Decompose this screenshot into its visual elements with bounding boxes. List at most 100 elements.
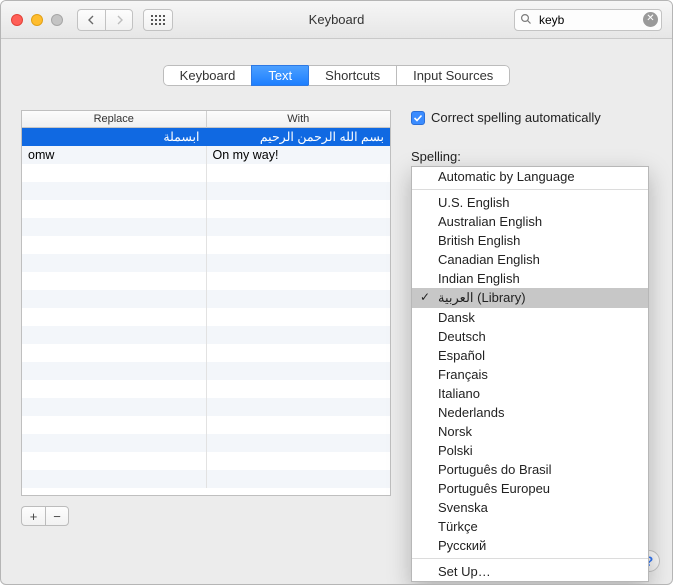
table-row[interactable] [22, 380, 390, 398]
cell-with [207, 380, 391, 398]
cell-with [207, 182, 391, 200]
correct-spelling-label: Correct spelling automatically [431, 110, 601, 125]
cell-replace [22, 416, 207, 434]
correct-spelling-option[interactable]: Correct spelling automatically [411, 110, 652, 125]
table-row[interactable] [22, 416, 390, 434]
table-row[interactable] [22, 470, 390, 488]
dropdown-item-language[interactable]: British English [412, 231, 648, 250]
cell-replace [22, 344, 207, 362]
table-row[interactable] [22, 164, 390, 182]
table-row[interactable] [22, 452, 390, 470]
dropdown-item-language[interactable]: Italiano [412, 384, 648, 403]
table-row[interactable] [22, 236, 390, 254]
options-panel: Correct spelling automatically Spelling:… [411, 110, 652, 526]
dropdown-item-language[interactable]: Indian English [412, 269, 648, 288]
dropdown-item-language[interactable]: Français [412, 365, 648, 384]
col-replace[interactable]: Replace [22, 111, 207, 128]
table-row[interactable] [22, 254, 390, 272]
table-row[interactable]: ابسملةبسم الله الرحمن الرحيم [22, 128, 390, 146]
cell-replace [22, 182, 207, 200]
cell-with [207, 218, 391, 236]
tab-input-sources[interactable]: Input Sources [396, 65, 510, 86]
back-button[interactable] [77, 9, 105, 31]
add-button[interactable]: + [21, 506, 45, 526]
table-row[interactable] [22, 218, 390, 236]
dropdown-item-language[interactable]: العربية (Library) [412, 288, 648, 308]
dropdown-item-language[interactable]: Svenska [412, 498, 648, 517]
dropdown-item-auto[interactable]: Automatic by Language [412, 167, 648, 186]
cell-replace [22, 218, 207, 236]
remove-button[interactable]: − [45, 506, 69, 526]
table-row[interactable] [22, 290, 390, 308]
spelling-dropdown[interactable]: Automatic by Language U.S. EnglishAustra… [411, 166, 649, 582]
dropdown-item-language[interactable]: Português Europeu [412, 479, 648, 498]
table-header: Replace With [22, 111, 390, 128]
table-row[interactable] [22, 362, 390, 380]
nav-segment [77, 9, 133, 31]
table-row[interactable] [22, 326, 390, 344]
dropdown-item-language[interactable]: Русский [412, 536, 648, 555]
dropdown-item-language[interactable]: Español [412, 346, 648, 365]
col-with[interactable]: With [207, 111, 391, 128]
dropdown-item-language[interactable]: Nederlands [412, 403, 648, 422]
cell-with [207, 164, 391, 182]
table-row[interactable] [22, 182, 390, 200]
replacements-panel: Replace With ابسملةبسم الله الرحمن الرحي… [21, 110, 391, 526]
dropdown-item-language[interactable]: Polski [412, 441, 648, 460]
replacements-table[interactable]: Replace With ابسملةبسم الله الرحمن الرحي… [21, 110, 391, 496]
cell-with [207, 308, 391, 326]
tab-text[interactable]: Text [251, 65, 308, 86]
cell-with [207, 434, 391, 452]
forward-button[interactable] [105, 9, 133, 31]
table-row[interactable] [22, 398, 390, 416]
dropdown-item-language[interactable]: Türkçe [412, 517, 648, 536]
tab-keyboard[interactable]: Keyboard [163, 65, 252, 86]
cell-replace [22, 290, 207, 308]
cell-with [207, 272, 391, 290]
cell-replace [22, 236, 207, 254]
clear-icon[interactable]: ✕ [643, 12, 658, 27]
cell-replace: ابسملة [22, 128, 207, 146]
add-remove-segment: + − [21, 506, 391, 526]
table-row[interactable]: omwOn my way! [22, 146, 390, 164]
table-row[interactable] [22, 272, 390, 290]
dropdown-item-language[interactable]: Canadian English [412, 250, 648, 269]
cell-replace [22, 326, 207, 344]
search-input[interactable] [514, 9, 662, 31]
cell-replace [22, 272, 207, 290]
minimize-icon[interactable] [31, 14, 43, 26]
table-row[interactable] [22, 344, 390, 362]
tab-bar: Keyboard Text Shortcuts Input Sources [21, 65, 652, 86]
table-row[interactable] [22, 200, 390, 218]
cell-with [207, 200, 391, 218]
cell-with [207, 362, 391, 380]
dropdown-item-language[interactable]: Norsk [412, 422, 648, 441]
grid-icon [151, 15, 165, 25]
dropdown-item-language[interactable]: Australian English [412, 212, 648, 231]
cell-replace [22, 398, 207, 416]
cell-replace [22, 470, 207, 488]
cell-with [207, 236, 391, 254]
preferences-window: Keyboard ✕ Keyboard Text Shortcuts Input… [0, 0, 673, 585]
cell-with [207, 290, 391, 308]
table-row[interactable] [22, 434, 390, 452]
dropdown-item-setup[interactable]: Set Up… [412, 562, 648, 581]
close-icon[interactable] [11, 14, 23, 26]
cell-replace [22, 362, 207, 380]
dropdown-item-language[interactable]: U.S. English [412, 193, 648, 212]
dropdown-item-language[interactable]: Português do Brasil [412, 460, 648, 479]
dropdown-item-language[interactable]: Deutsch [412, 327, 648, 346]
cell-replace [22, 380, 207, 398]
search-icon [520, 13, 532, 28]
tab-shortcuts[interactable]: Shortcuts [308, 65, 396, 86]
cell-replace [22, 200, 207, 218]
table-row[interactable] [22, 308, 390, 326]
dropdown-separator [412, 558, 648, 559]
cell-with [207, 470, 391, 488]
checkbox-checked-icon[interactable] [411, 111, 425, 125]
show-all-button[interactable] [143, 9, 173, 31]
cell-replace [22, 452, 207, 470]
dropdown-item-language[interactable]: Dansk [412, 308, 648, 327]
dropdown-separator [412, 189, 648, 190]
cell-with [207, 254, 391, 272]
